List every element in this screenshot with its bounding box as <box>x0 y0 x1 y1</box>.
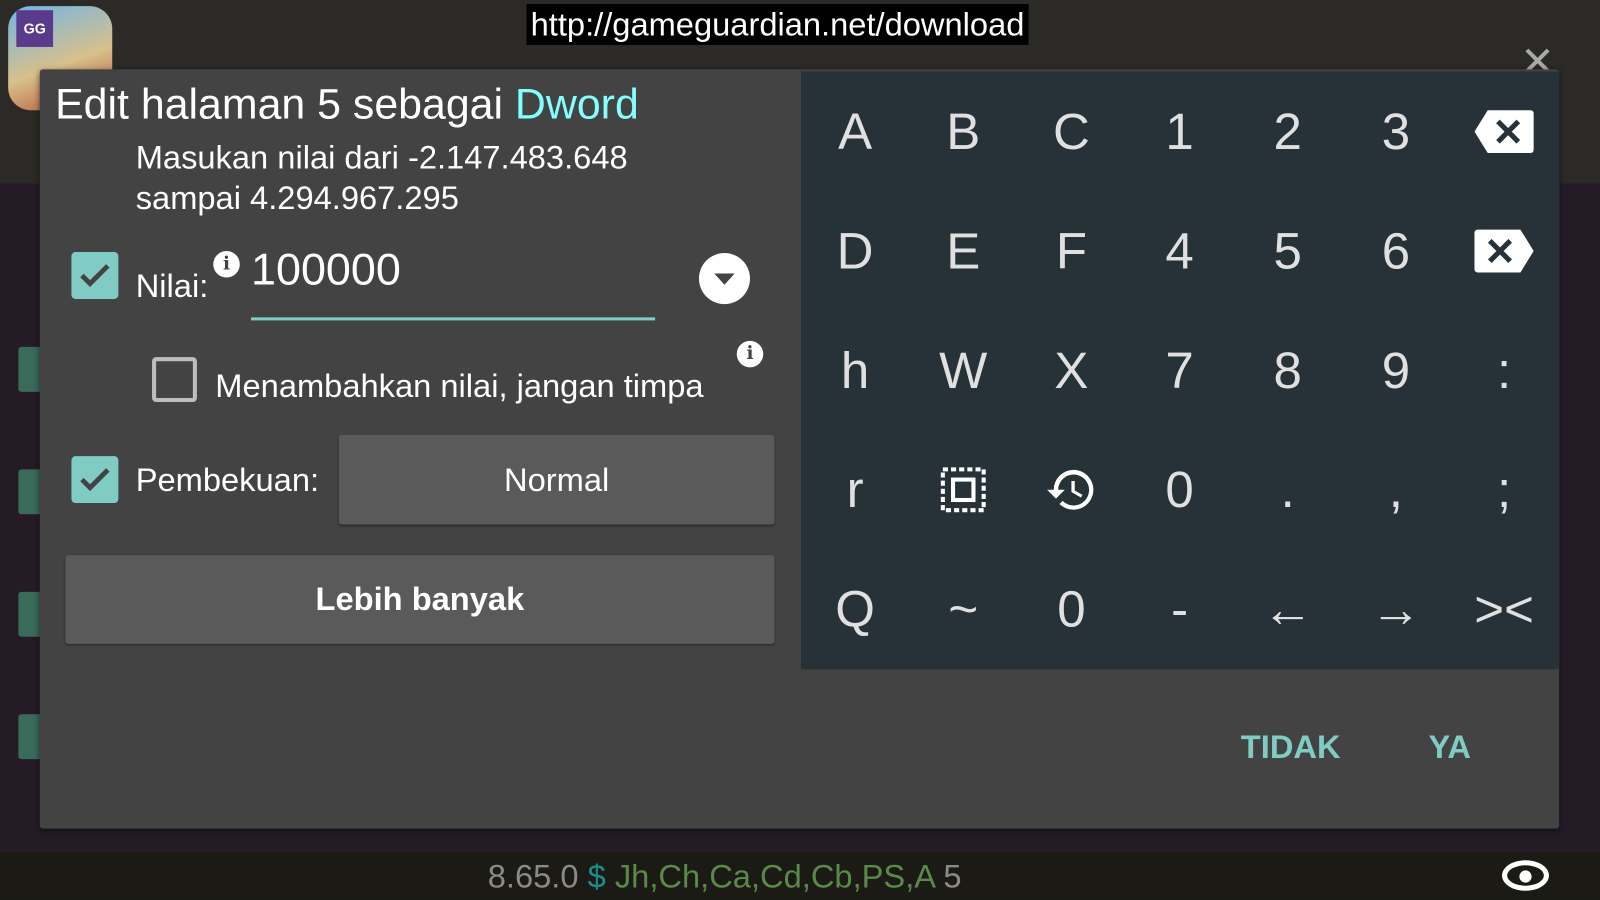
key[interactable]: 6 <box>1342 191 1450 310</box>
chevron-down-icon <box>714 273 735 285</box>
select-all-icon <box>940 466 986 512</box>
key[interactable]: 5 <box>1234 191 1342 310</box>
history-icon <box>1047 469 1094 510</box>
key[interactable]: . <box>1234 430 1342 549</box>
value-checkbox[interactable] <box>71 252 119 299</box>
delete-icon <box>1474 229 1534 272</box>
cancel-button[interactable]: TIDAK <box>1241 729 1341 767</box>
range-hint: Masukan nilai dari -2.147.483.648 sampai … <box>135 138 628 217</box>
freeze-label: Pembekuan: <box>135 461 320 498</box>
backspace-icon <box>1474 109 1534 153</box>
key[interactable]: - <box>1126 549 1234 668</box>
key[interactable]: D <box>801 191 909 310</box>
key[interactable]: >< <box>1450 549 1558 668</box>
key[interactable]: B <box>909 71 1017 190</box>
key-delete[interactable] <box>1450 191 1558 310</box>
hex-keyboard: A B C 1 2 3 D E F 4 5 6 h W X 7 8 9: r 0.,; Q ~0- ← → >< <box>801 71 1560 670</box>
value-input[interactable] <box>251 238 656 321</box>
key-select-all[interactable] <box>909 430 1017 549</box>
version-info: 8.65.0 $ Jh,Ch,Ca,Cd,Cb,PS,A 5 <box>487 858 962 895</box>
freeze-mode-select[interactable]: Normal <box>338 434 775 525</box>
key[interactable]: r <box>801 430 909 549</box>
status-bar: 8.65.0 $ Jh,Ch,Ca,Cd,Cb,PS,A 5 <box>0 852 1600 900</box>
key[interactable]: 3 <box>1342 71 1450 190</box>
edit-value-dialog: Edit halaman 5 sebagai Dword Masukan nil… <box>39 69 1560 829</box>
more-button[interactable]: Lebih banyak <box>65 555 775 644</box>
key[interactable]: 2 <box>1234 71 1342 190</box>
eye-icon[interactable] <box>1502 860 1549 891</box>
key[interactable]: E <box>909 191 1017 310</box>
key[interactable]: : <box>1450 310 1558 429</box>
key[interactable]: ; <box>1450 430 1558 549</box>
key[interactable]: Q <box>801 549 909 668</box>
key[interactable]: W <box>909 310 1017 429</box>
key[interactable]: ← <box>1234 549 1342 668</box>
key[interactable]: F <box>1017 191 1125 310</box>
key[interactable]: A <box>801 71 909 190</box>
key[interactable]: h <box>801 310 909 429</box>
gg-badge: GG <box>16 10 54 47</box>
key[interactable]: ~ <box>909 549 1017 668</box>
dialog-title: Edit halaman 5 sebagai Dword <box>55 79 639 128</box>
key[interactable]: 1 <box>1126 71 1234 190</box>
freeze-checkbox[interactable] <box>71 456 119 504</box>
key[interactable]: C <box>1017 71 1125 190</box>
key[interactable]: → <box>1342 549 1450 668</box>
key[interactable]: 8 <box>1234 310 1342 429</box>
key[interactable]: 4 <box>1126 191 1234 310</box>
value-label: Nilai: <box>135 267 209 305</box>
ok-button[interactable]: YA <box>1429 729 1471 767</box>
key[interactable]: 9 <box>1342 310 1450 429</box>
key-history[interactable] <box>1017 430 1125 549</box>
add-value-label: Menambahkan nilai, jangan timpa <box>215 367 704 405</box>
key[interactable]: 0 <box>1126 430 1234 549</box>
add-value-checkbox[interactable] <box>152 357 197 403</box>
key[interactable]: 7 <box>1126 310 1234 429</box>
key[interactable]: 0 <box>1017 549 1125 668</box>
info-icon[interactable]: i <box>736 340 764 368</box>
url-banner: http://gameguardian.net/download <box>526 4 1029 45</box>
history-dropdown-button[interactable] <box>698 253 750 305</box>
info-icon[interactable]: i <box>213 251 240 278</box>
key[interactable]: , <box>1342 430 1450 549</box>
key-backspace[interactable] <box>1450 71 1558 190</box>
key[interactable]: X <box>1017 310 1125 429</box>
